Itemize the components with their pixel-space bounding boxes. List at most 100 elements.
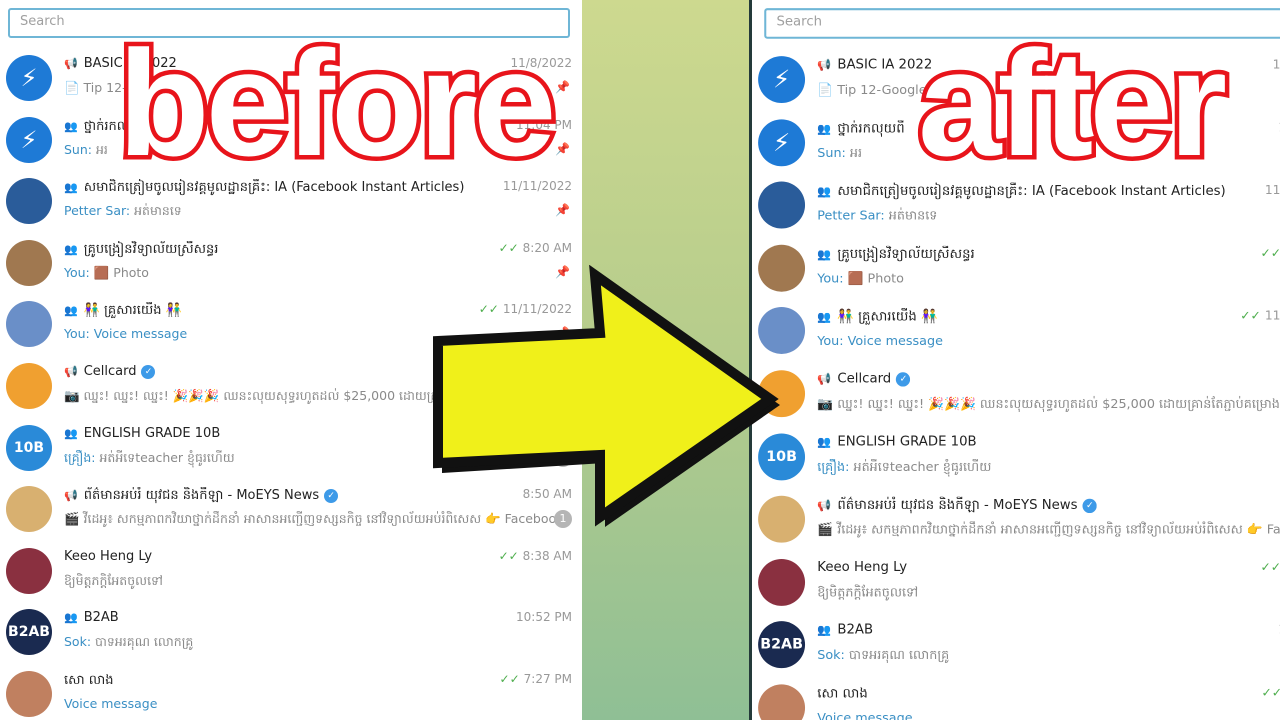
preview-sender: គ្រឿង:: [64, 449, 96, 465]
group-icon: 👥: [817, 121, 832, 136]
group-icon: 👥: [817, 184, 832, 199]
chat-title: 👥 B2AB: [64, 610, 119, 625]
chat-row[interactable]: 👥 👫 គ្រួសារយើង 👫 ✓✓11/11/2022 You: Voice me…: [752, 300, 1280, 363]
chat-title: 📢 ព័ត៌មានអប់រំ យុវជន និងកីឡា - MoEYS News…: [817, 497, 1097, 516]
avatar: [6, 486, 52, 533]
chat-time: ✓✓8:38 AM: [1261, 560, 1280, 574]
avatar-text: B2AB: [760, 636, 803, 654]
chat-name: សោ លាង: [64, 673, 114, 688]
preview-text: 🟫 Photo: [93, 264, 149, 280]
chat-name: ព័ត៌មានអប់រំ យុវជន និងកីឡា - MoEYS News: [837, 497, 1078, 514]
chat-time: ✓✓8:20 AM: [1261, 246, 1280, 260]
avatar: [6, 301, 52, 348]
lightning-icon: ⚡: [772, 65, 791, 94]
preview-text: បាទអរគុណ លោកគ្រូ: [848, 647, 950, 663]
chat-row[interactable]: B2AB👥B2AB10:52 PMSok: បាទអរគុណ លោកគ្រូ: [752, 614, 1280, 677]
preview-text: Voice message: [93, 326, 188, 342]
megaphone-icon: 📢: [817, 498, 832, 513]
avatar: [6, 547, 52, 594]
preview-sender: Sun:: [64, 141, 92, 157]
preview-text: អត់អីទេteacher ខ្ញុំធូរហើយ: [99, 449, 235, 465]
chat-row[interactable]: 👥 គ្រូបង្រៀនវិទ្យាល័យស្រីសន្ធរ ✓✓8:20 AM Yo…: [752, 237, 1280, 300]
preview-text: ឱ្យមិត្តភក្តិអែតចូលទៅ: [64, 572, 163, 588]
double-check-icon: ✓✓: [1260, 245, 1280, 260]
chat-title: សោ លាង: [817, 685, 868, 704]
preview-sender: You:: [64, 326, 90, 342]
chat-preview: You: Voice message: [64, 326, 187, 341]
megaphone-icon: 📢: [64, 365, 78, 378]
chat-name: 👫 គ្រួសារយើង 👫: [837, 309, 938, 325]
group-icon: 👥: [64, 181, 78, 195]
chat-preview: គ្រឿង: អត់អីទេteacher ខ្ញុំធូរហើយ: [817, 459, 991, 478]
chat-name: B2AB: [83, 610, 119, 626]
chat-preview: Sok: បាទអរគុណ លោកគ្រូ: [817, 647, 949, 666]
chat-preview: Voice message: [64, 696, 157, 711]
chat-row[interactable]: សោ លាង ✓✓7:27 PM Voice message: [752, 677, 1280, 720]
chat-name: Keeo Heng Ly: [817, 559, 908, 576]
chat-row[interactable]: Keeo Heng Ly ✓✓8:38 AM ឱ្យមិត្តភក្តិអែតចូល…: [752, 552, 1280, 615]
preview-sender: Sok:: [817, 647, 845, 663]
group-icon: 👥: [817, 247, 832, 261]
chat-preview: 🎬 វីដេអូ៖ សកម្មភាពកវិយាថ្នាក់ដឹកនាំ អាសា…: [817, 521, 1280, 540]
megaphone-icon: 📢: [64, 57, 78, 70]
chat-time: ✓✓8:20 AM: [499, 241, 572, 255]
chat-name: B2AB: [837, 622, 874, 638]
chat-name: 👫 គ្រួសារយើង 👫: [83, 303, 182, 319]
lightning-icon: ⚡: [20, 125, 38, 154]
chat-row[interactable]: Keeo Heng Ly ✓✓8:38 AM ឱ្យមិត្តភក្តិអែតចូល…: [0, 541, 582, 603]
chat-row[interactable]: សោ លាង ✓✓7:27 PM Voice message: [0, 664, 582, 720]
before-label: before: [113, 19, 560, 187]
avatar: 10B: [6, 424, 52, 471]
pin-icon: 📌: [555, 80, 570, 94]
chat-preview: Sun: អរ: [817, 144, 862, 163]
group-icon: 👥: [64, 242, 78, 256]
double-check-icon: ✓✓: [1240, 308, 1261, 323]
chat-preview: Sok: បាទអរគុណ លោកគ្រូ: [64, 634, 193, 653]
chat-title: 👥 👫 គ្រួសារយើង 👫: [64, 302, 182, 321]
avatar: [6, 363, 52, 409]
chat-preview: ឱ្យមិត្តភក្តិអែតចូលទៅ: [64, 573, 163, 592]
verified-icon: ✓: [141, 364, 156, 379]
avatar: ⚡: [6, 116, 52, 163]
verified-icon: ✓: [324, 488, 339, 503]
chat-name: Cellcard: [83, 364, 137, 379]
after-label: after: [913, 19, 1231, 187]
preview-text: Voice message: [817, 709, 913, 720]
lightning-icon: ⚡: [772, 128, 791, 157]
avatar: ⚡: [758, 118, 806, 166]
preview-text: អត់អីទេteacher ខ្ញុំធូរហើយ: [853, 458, 992, 474]
chat-title: Keeo Heng Ly: [64, 549, 152, 564]
avatar-text: 10B: [13, 439, 45, 456]
chat-title: 👥 ថ្នាក់រកលុយពី: [817, 120, 904, 139]
avatar: [6, 239, 52, 286]
chat-name: Keeo Heng Ly: [64, 548, 153, 564]
chat-preview: គ្រឿង: អត់អីទេteacher ខ្ញុំធូរហើយ: [64, 450, 235, 469]
double-check-icon: ✓✓: [1260, 559, 1280, 575]
preview-sender: Sok:: [64, 634, 92, 650]
group-icon: 👥: [817, 435, 832, 449]
chat-row[interactable]: 📢 ព័ត៌មានអប់រំ យុវជន និងកីឡា - MoEYS News…: [752, 489, 1280, 552]
time-text: 11/8/2022: [1272, 57, 1280, 72]
avatar: B2AB: [758, 621, 806, 669]
avatar-text: B2AB: [8, 624, 50, 641]
group-icon: 👥: [817, 310, 832, 324]
preview-sender: Sun:: [817, 144, 846, 160]
chat-title: Keeo Heng Ly: [817, 560, 907, 575]
chat-title: 👥 គ្រូបង្រៀនវិទ្យាល័យស្រីសន្ធរ: [64, 241, 218, 260]
chat-time: ✓✓8:38 AM: [499, 549, 572, 563]
avatar: ⚡: [758, 56, 806, 104]
chat-row[interactable]: 📢 Cellcard ✓ 📷 ឈ្នះ! ឈ្នះ! ឈ្នះ! 🎉🎉🎉 ឈនះលុយ…: [752, 363, 1280, 426]
chat-name: សោ លាង: [817, 686, 868, 702]
chat-row[interactable]: 10B 👥 ENGLISH GRADE 10B គ្រឿង: អត់អីទេteach…: [752, 426, 1280, 489]
avatar: [758, 558, 806, 606]
preview-text: 📷 ឈ្នះ! ឈ្នះ! ឈ្នះ! 🎉🎉🎉 ឈនះលុយសុទ្ធរហូតដ…: [817, 395, 1280, 412]
chat-title: 👥 ENGLISH GRADE 10B: [64, 426, 220, 441]
megaphone-icon: 📢: [64, 489, 78, 503]
avatar: [758, 684, 806, 720]
group-icon: 👥: [64, 426, 78, 440]
time-text: 8:20 AM: [522, 240, 572, 255]
chat-row[interactable]: B2AB👥B2AB10:52 PMSok: បាទអរគុណ លោកគ្រូ: [0, 602, 582, 664]
chat-title: 👥 ENGLISH GRADE 10B: [817, 434, 976, 449]
preview-text: 🟫 Photo: [847, 270, 904, 286]
group-icon: 👥: [817, 623, 832, 637]
